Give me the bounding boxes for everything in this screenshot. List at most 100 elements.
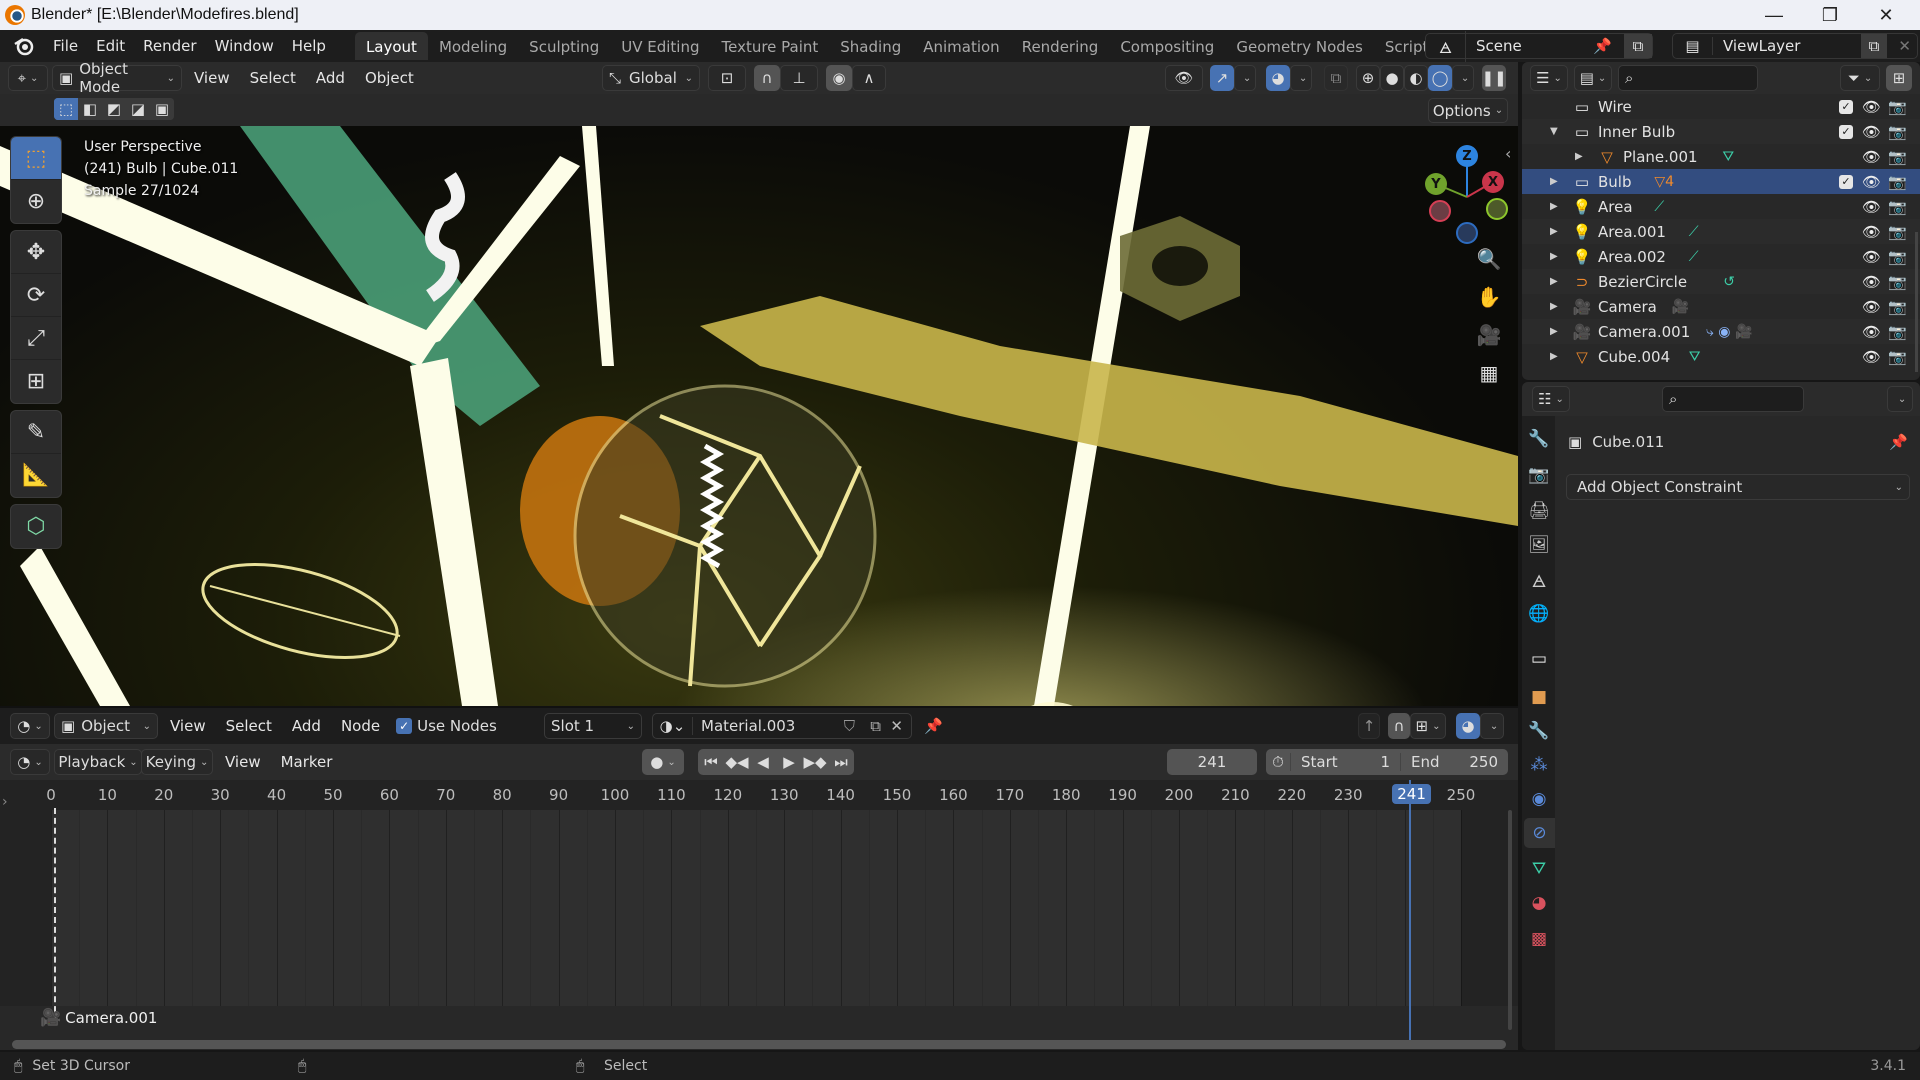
properties-search-input[interactable]: ⌕ bbox=[1662, 386, 1804, 412]
exclude-checkbox[interactable]: ✓ bbox=[1839, 124, 1853, 139]
properties-tab-tool-icon[interactable]: 🔧 bbox=[1524, 424, 1554, 454]
zoom-view-icon[interactable]: 🔍 bbox=[1472, 242, 1506, 276]
visibility-eye-icon[interactable]: 👁 bbox=[1862, 98, 1881, 116]
node-overlay-toggle[interactable]: ◕ bbox=[1456, 713, 1480, 739]
render-camera-icon[interactable]: 📷 bbox=[1888, 273, 1907, 291]
fake-user-shield-icon[interactable]: ⛉ bbox=[844, 717, 855, 735]
gizmo-z-axis[interactable]: Z bbox=[1456, 145, 1478, 167]
collapse-arrow-icon[interactable]: ▼ bbox=[1550, 126, 1558, 137]
remove-view-layer-icon[interactable]: ✕ bbox=[1898, 37, 1911, 55]
pin-icon[interactable]: 📌 bbox=[1889, 433, 1908, 451]
render-camera-icon[interactable]: 📷 bbox=[1888, 123, 1907, 141]
shading-material[interactable]: ◐ bbox=[1404, 65, 1428, 91]
outliner-row-area-001[interactable]: ▶ 💡 Area.001 ⟋ 👁 📷 bbox=[1522, 219, 1920, 244]
properties-tab-collection-icon[interactable]: ▭ bbox=[1524, 644, 1554, 674]
expand-arrow-icon[interactable]: ▶ bbox=[1550, 351, 1558, 362]
node-menu-node[interactable]: Node bbox=[333, 717, 388, 735]
tool-transform[interactable]: ⊞ bbox=[11, 360, 61, 403]
expand-arrow-icon[interactable]: ▶ bbox=[1550, 201, 1558, 212]
timeline-editor[interactable]: ◔ ⌄ Playback ⌄ Keying ⌄ View Marker ● ⌄ ⏮ ◆◀… bbox=[0, 744, 1518, 1050]
transform-orientation-selector[interactable]: ⤡ Global ⌄ bbox=[602, 65, 700, 91]
node-menu-select[interactable]: Select bbox=[218, 717, 280, 735]
visibility-eye-icon[interactable]: 👁 bbox=[1862, 223, 1881, 241]
playhead-frame-badge[interactable]: 241 bbox=[1392, 784, 1431, 804]
outliner-item-name[interactable]: Camera.001 bbox=[1598, 323, 1690, 341]
render-camera-icon[interactable]: 📷 bbox=[1888, 98, 1907, 116]
visibility-eye-icon[interactable]: 👁 bbox=[1862, 148, 1881, 166]
expand-channels-chevron-icon[interactable]: › bbox=[2, 794, 8, 810]
render-camera-icon[interactable]: 📷 bbox=[1888, 148, 1907, 166]
toggle-perspective-grid-icon[interactable]: ▦ bbox=[1472, 356, 1506, 390]
visibility-eye-icon[interactable]: 👁 bbox=[1862, 248, 1881, 266]
new-view-layer-icon[interactable]: ⧉ bbox=[1861, 34, 1887, 58]
display-mode-button[interactable]: ▤ ⌄ bbox=[1574, 65, 1612, 91]
material-name[interactable]: Material.003 bbox=[701, 717, 795, 735]
outliner-row-cube-004[interactable]: ▶ ▽ Cube.004 ⛛ 👁 📷 bbox=[1522, 344, 1920, 369]
tool-move[interactable]: ✥ bbox=[11, 231, 61, 274]
light-data-icon[interactable]: ⟋ bbox=[1654, 199, 1664, 215]
properties-tab-view-layer-icon[interactable]: 🖼 bbox=[1524, 530, 1554, 560]
timeline-ruler[interactable]: 0 10 20 30 40 50 60 70 80 90 100 110 120 130 140 150 160… bbox=[0, 780, 1518, 810]
outliner-row-wire[interactable]: ▭ Wire ✓ 👁 📷 bbox=[1522, 94, 1920, 119]
menu-render[interactable]: Render bbox=[134, 33, 205, 59]
outliner-row-inner-bulb[interactable]: ▼ ▭ Inner Bulb ✓ 👁 📷 bbox=[1522, 119, 1920, 144]
scene-selector[interactable]: 🜁 Scene 📌 ⧉ bbox=[1425, 30, 1653, 62]
material-browse-icon[interactable]: ◑⌄ bbox=[653, 717, 693, 735]
tab-shading[interactable]: Shading bbox=[829, 32, 912, 60]
shading-dropdown[interactable]: ⌄ bbox=[1452, 65, 1474, 91]
render-camera-icon[interactable]: 📷 bbox=[1888, 348, 1907, 366]
unlink-material-icon[interactable]: ✕ bbox=[890, 717, 903, 735]
outliner-item-name[interactable]: Bulb bbox=[1598, 173, 1632, 191]
expand-arrow-icon[interactable]: ▶ bbox=[1550, 176, 1558, 187]
mesh-count-icon[interactable]: ▽4 bbox=[1654, 174, 1674, 190]
render-camera-icon[interactable]: 📷 bbox=[1888, 298, 1907, 316]
outliner-row-area[interactable]: ▶ 💡 Area ⟋ 👁 📷 bbox=[1522, 194, 1920, 219]
render-camera-icon[interactable]: 📷 bbox=[1888, 198, 1907, 216]
auto-keying-toggle[interactable]: ● ⌄ bbox=[642, 749, 684, 775]
parent-node-tree-button[interactable]: ↑ bbox=[1358, 713, 1380, 739]
tab-geometry-nodes[interactable]: Geometry Nodes bbox=[1225, 32, 1374, 60]
add-object-constraint-dropdown[interactable]: Add Object Constraint ⌄ bbox=[1566, 474, 1910, 500]
sidebar-toggle-chevron-icon[interactable]: ‹ bbox=[1505, 144, 1511, 163]
viewport-menu-view[interactable]: View bbox=[186, 69, 238, 87]
overlay-dropdown[interactable]: ⌄ bbox=[1290, 65, 1312, 91]
scene-name[interactable]: Scene bbox=[1476, 37, 1522, 55]
expand-arrow-icon[interactable]: ▶ bbox=[1550, 251, 1558, 262]
pin-icon[interactable]: 📌 bbox=[924, 717, 943, 735]
tab-layout[interactable]: Layout bbox=[354, 32, 428, 60]
outliner-item-name[interactable]: Area bbox=[1598, 198, 1633, 216]
visibility-eye-icon[interactable]: 👁 bbox=[1862, 273, 1881, 291]
editor-type-button[interactable]: ⌖ ⌄ bbox=[8, 65, 48, 91]
tool-measure[interactable]: 📐 bbox=[11, 454, 61, 497]
select-intersect-icon[interactable]: ▣ bbox=[150, 98, 174, 120]
menu-window[interactable]: Window bbox=[206, 33, 283, 59]
tab-compositing[interactable]: Compositing bbox=[1109, 32, 1225, 60]
exclude-checkbox[interactable]: ✓ bbox=[1839, 174, 1853, 189]
properties-tab-output-icon[interactable]: 🖨 bbox=[1524, 496, 1554, 526]
shader-type-selector[interactable]: ▣ Object ⌄ bbox=[54, 713, 158, 739]
outliner-row-beziercircle[interactable]: ▶ ⊃ BezierCircle ↺ 👁 📷 bbox=[1522, 269, 1920, 294]
menu-help[interactable]: Help bbox=[283, 33, 335, 59]
current-frame-field[interactable]: 241 bbox=[1167, 749, 1257, 775]
properties-tab-texture-icon[interactable]: ▩ bbox=[1524, 924, 1554, 954]
gizmo-dropdown[interactable]: ⌄ bbox=[1234, 65, 1256, 91]
visibility-eye-icon[interactable]: 👁 bbox=[1862, 123, 1881, 141]
outliner-row-bulb[interactable]: ▶ ▭ Bulb ▽4 ✓ 👁 📷 bbox=[1522, 169, 1920, 194]
tool-add-cube[interactable]: ⬡ bbox=[11, 505, 61, 548]
timeline-menu-marker[interactable]: Marker bbox=[273, 753, 341, 771]
3d-viewport[interactable]: ⌖ ⌄ ▣ Object Mode ⌄ View Select Add Object… bbox=[0, 62, 1518, 706]
outliner-row-plane-001[interactable]: ▶ ▽ Plane.001 ⛛ 👁 📷 bbox=[1522, 144, 1920, 169]
shading-wireframe[interactable]: ⊕ bbox=[1356, 65, 1380, 91]
outliner-search-input[interactable]: ⌕ bbox=[1618, 65, 1758, 91]
tool-annotate[interactable]: ✎ bbox=[11, 411, 61, 454]
render-camera-icon[interactable]: 📷 bbox=[1888, 173, 1907, 191]
pin-icon[interactable]: 📌 bbox=[1593, 37, 1612, 55]
render-camera-icon[interactable]: 📷 bbox=[1888, 223, 1907, 241]
proportional-edit-toggle[interactable]: ◉ bbox=[826, 65, 852, 91]
outliner-item-name[interactable]: Inner Bulb bbox=[1598, 123, 1675, 141]
new-scene-icon[interactable]: ⧉ bbox=[1624, 34, 1652, 58]
filter-button[interactable]: ⏷ ⌄ bbox=[1840, 65, 1880, 91]
options-dropdown[interactable]: Options ⌄ bbox=[1428, 98, 1508, 123]
outliner-item-name[interactable]: BezierCircle bbox=[1598, 273, 1687, 291]
select-subtract-icon[interactable]: ◩ bbox=[102, 98, 126, 120]
